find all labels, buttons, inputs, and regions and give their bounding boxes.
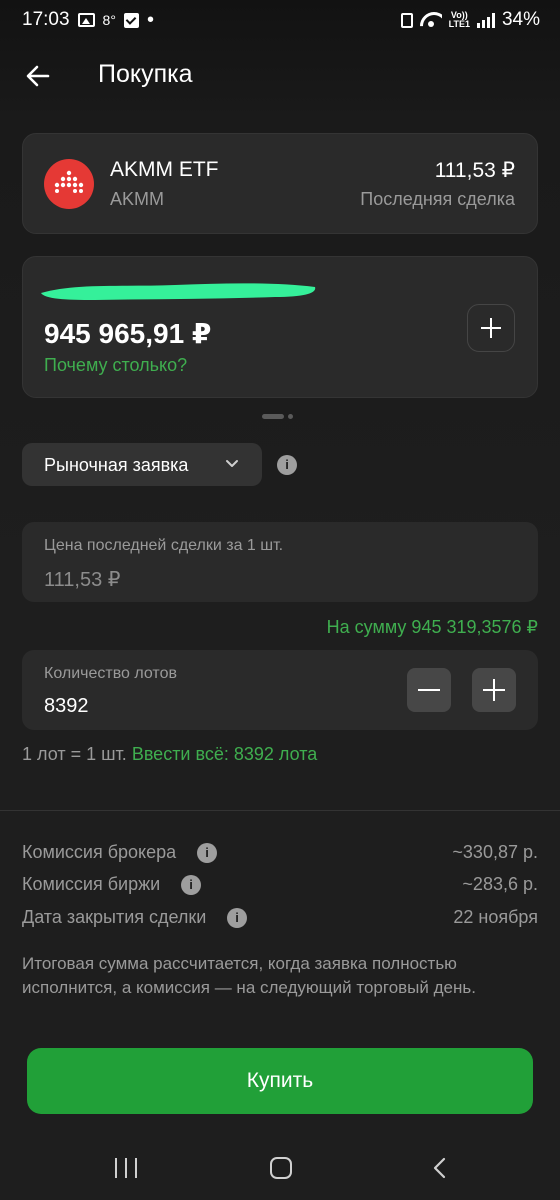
redaction-scribble	[41, 283, 316, 300]
more-notifications-dot-icon: •	[146, 9, 154, 31]
chevron-down-icon	[226, 460, 238, 467]
fund-logo	[44, 159, 94, 209]
app-header: Покупка	[0, 52, 560, 100]
order-type-info-icon[interactable]: i	[277, 455, 297, 475]
lte-label: LTE1	[448, 19, 470, 29]
status-bar: 17:03 8° • Vo)) LTE1 34%	[0, 0, 560, 44]
lots-quantity-label: Количество лотов	[44, 665, 177, 682]
status-bar-right: Vo)) LTE1 34%	[400, 9, 540, 31]
broker-fee-value: ~330,87 р.	[452, 842, 538, 862]
page-title: Покупка	[98, 60, 193, 88]
pager-dot	[288, 414, 293, 419]
dots-logo-icon	[54, 170, 84, 193]
instrument-card[interactable]: AKMM ETF AKMM 111,53 ₽ Последняя сделка	[22, 133, 538, 234]
instrument-price-label: Последняя сделка	[360, 189, 515, 209]
recent-apps-icon[interactable]	[115, 1158, 137, 1178]
order-total-sum: На сумму 945 319,3576 ₽	[326, 617, 538, 637]
system-back-icon[interactable]	[430, 1157, 450, 1179]
exchange-fee-info-icon[interactable]: i	[181, 875, 201, 895]
broker-fee-label: Комиссия брокера	[22, 842, 177, 862]
why-amount-link[interactable]: Почему столько?	[44, 355, 187, 376]
signal-bars-icon	[476, 12, 495, 28]
broker-fee-row: Комиссия брокера i ~330,87 р.	[22, 840, 538, 866]
price-field: Цена последней сделки за 1 шт. 111,53 ₽	[22, 522, 538, 602]
settlement-date-row: Дата закрытия сделки i 22 ноября	[22, 905, 538, 931]
pager-active-dot	[262, 414, 284, 419]
battery-percent: 34%	[501, 9, 540, 30]
card-pager-indicator	[262, 414, 293, 419]
add-funds-button[interactable]	[467, 304, 515, 352]
weather-temperature: 8°	[102, 12, 116, 28]
buy-button[interactable]: Купить	[27, 1048, 533, 1114]
total-calculation-note: Итоговая сумма рассчитается, когда заявк…	[22, 954, 476, 997]
increase-quantity-button[interactable]	[472, 668, 516, 712]
account-balance-card[interactable]: 945 965,91 ₽ Почему столько?	[22, 256, 538, 398]
status-time: 17:03	[22, 9, 70, 30]
price-field-label: Цена последней сделки за 1 шт.	[44, 537, 284, 554]
lot-info-line: 1 лот = 1 шт. Ввести всё: 8392 лота	[22, 744, 317, 765]
enter-all-lots-link[interactable]: Ввести всё: 8392 лота	[132, 744, 317, 764]
checkbox-notification-icon	[123, 12, 139, 28]
arrow-left-icon	[26, 65, 50, 87]
lot-size-text: 1 лот = 1 шт.	[22, 744, 127, 764]
lots-quantity-field[interactable]: Количество лотов 8392	[22, 650, 538, 730]
wifi-icon	[420, 12, 442, 28]
exchange-fee-row: Комиссия биржи i ~283,6 р.	[22, 872, 538, 898]
gallery-notification-icon	[77, 13, 95, 27]
settlement-date-label: Дата закрытия сделки	[22, 907, 207, 927]
battery-saver-icon	[400, 12, 413, 28]
price-field-value: 111,53 ₽	[44, 569, 121, 591]
back-button[interactable]	[22, 60, 54, 92]
settlement-date-value: 22 ноября	[453, 907, 538, 927]
broker-fee-info-icon[interactable]: i	[197, 843, 217, 863]
exchange-fee-label: Комиссия биржи	[22, 874, 161, 894]
volte-indicator: Vo)) LTE1	[449, 11, 470, 29]
purchase-screen: 17:03 8° • Vo)) LTE1 34% Покупка AKMM ET…	[0, 0, 560, 1200]
exchange-fee-value: ~283,6 р.	[462, 874, 538, 894]
settlement-date-info-icon[interactable]: i	[227, 908, 247, 928]
decrease-quantity-button[interactable]	[407, 668, 451, 712]
lots-quantity-input[interactable]: 8392	[44, 695, 89, 718]
system-navigation-bar	[0, 1140, 560, 1200]
instrument-name: AKMM ETF	[110, 158, 219, 181]
status-bar-left: 17:03 8° •	[22, 9, 154, 31]
instrument-ticker: AKMM	[110, 189, 164, 209]
section-divider	[0, 810, 560, 811]
order-type-dropdown[interactable]: Рыночная заявка	[22, 443, 262, 486]
instrument-price: 111,53 ₽	[434, 159, 515, 182]
balance-amount: 945 965,91 ₽	[44, 318, 212, 349]
order-type-label: Рыночная заявка	[44, 455, 189, 475]
home-icon[interactable]	[270, 1157, 292, 1179]
